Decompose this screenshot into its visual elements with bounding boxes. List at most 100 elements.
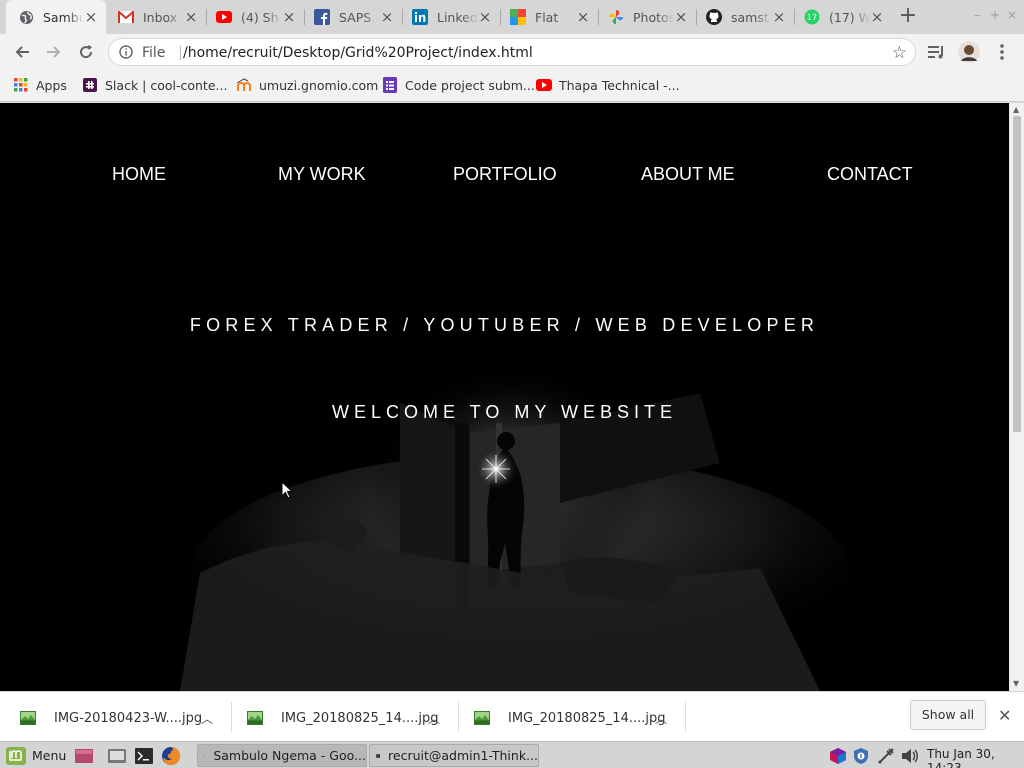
svg-text:17: 17 <box>807 13 817 22</box>
tab-gmail[interactable]: Inbox × <box>106 0 207 34</box>
terminal-icon <box>376 753 381 758</box>
taskbar: Menu Sambulo Ngema - Goo... recruit@admi… <box>0 741 1024 768</box>
globe-icon <box>18 9 34 25</box>
nav-contact-link[interactable]: CONTACT <box>827 164 913 185</box>
cube-app-icon[interactable] <box>829 747 847 765</box>
close-icon[interactable]: ✕ <box>998 706 1011 725</box>
taskbar-window-chrome[interactable]: Sambulo Ngema - Goo... <box>197 744 367 767</box>
tab-youtube[interactable]: (4) Sh × <box>204 0 305 34</box>
close-tab-icon[interactable]: × <box>674 8 688 26</box>
nav-my-work-link[interactable]: MY WORK <box>278 164 366 185</box>
minimize-button[interactable]: – <box>974 8 980 22</box>
system-clock[interactable]: Thu Jan 30, 14:23 <box>927 747 1024 768</box>
maximize-button[interactable]: + <box>990 8 1000 22</box>
shield-icon[interactable] <box>853 747 869 765</box>
chevron-up-icon[interactable]: ︿ <box>428 710 440 727</box>
bookmark-code-project[interactable]: Code project subm... <box>382 76 535 94</box>
tab-whatsapp[interactable]: 17 (17) W × <box>792 0 892 34</box>
tab-title: Inbox <box>143 9 178 25</box>
close-tab-icon[interactable]: × <box>576 8 590 26</box>
download-item[interactable]: IMG_20180825_14....jpg ︿ <box>474 702 674 734</box>
download-filename: IMG_20180825_14....jpg <box>281 710 439 726</box>
form-icon <box>382 77 398 93</box>
tab-github[interactable]: samst × <box>694 0 795 34</box>
info-icon[interactable] <box>119 45 133 63</box>
bookmark-label: Slack | cool-conte... <box>105 77 228 93</box>
profile-avatar[interactable] <box>958 41 980 63</box>
hero-background-image <box>0 103 1009 691</box>
close-tab-icon[interactable]: × <box>478 8 492 26</box>
tab-title: (17) W <box>829 9 870 25</box>
tab-linkedin[interactable]: LinkedIn × <box>400 0 501 34</box>
taskbar-window-title: Sambulo Ngema - Goo... <box>213 748 366 763</box>
file-manager-icon[interactable] <box>108 744 126 767</box>
bookmark-slack[interactable]: Slack | cool-conte... <box>82 76 227 94</box>
flaticon-icon <box>510 9 526 25</box>
google-photos-icon <box>608 9 624 25</box>
page-scrollbar[interactable]: ▲ ▼ <box>1009 103 1024 691</box>
gmail-icon <box>118 9 134 25</box>
volume-icon[interactable] <box>901 748 919 764</box>
taskbar-window-title: recruit@admin1-Think... <box>388 748 538 763</box>
chevron-up-icon[interactable]: ︿ <box>201 710 213 727</box>
bookmark-label: Code project subm... <box>405 77 535 93</box>
download-item[interactable]: IMG-20180423-W....jpg ︿ <box>20 702 220 734</box>
chrome-menu-icon[interactable] <box>991 41 1013 63</box>
nav-home-link[interactable]: HOME <box>112 164 166 185</box>
moodle-icon <box>236 77 252 93</box>
tab-sambulo[interactable]: Sambulo Ngema × <box>6 0 106 34</box>
show-desktop-icon[interactable] <box>75 744 93 767</box>
page-viewport: HOME MY WORK PORTFOLIO ABOUT ME CONTACT … <box>0 103 1009 691</box>
show-all-downloads-button[interactable]: Show all <box>910 700 986 730</box>
close-tab-icon[interactable]: × <box>380 8 394 26</box>
forward-button[interactable] <box>43 41 65 63</box>
bookmark-umuzi[interactable]: umuzi.gnomio.com <box>236 76 378 94</box>
start-menu-button[interactable]: Menu <box>6 744 66 767</box>
chevron-up-icon[interactable]: ︿ <box>655 710 667 727</box>
tab-title: Flat <box>535 9 559 25</box>
network-icon[interactable] <box>877 747 895 765</box>
bookmarks-bar: Apps Slack | cool-conte... umuzi.gnomio.… <box>0 70 1024 102</box>
tab-title: samst <box>731 9 769 25</box>
reload-button[interactable] <box>75 41 97 63</box>
url-text[interactable]: /home/recruit/Desktop/Grid%20Project/ind… <box>183 45 533 61</box>
close-tab-icon[interactable]: × <box>772 8 786 26</box>
back-button[interactable] <box>11 41 33 63</box>
bookmark-thapa-technical[interactable]: Thapa Technical -... <box>536 76 680 94</box>
system-tray <box>829 746 919 766</box>
tab-flaticon[interactable]: Flat × <box>498 0 599 34</box>
tab-title: LinkedIn <box>437 9 478 25</box>
scroll-up-arrow-icon[interactable]: ▲ <box>1013 105 1019 114</box>
nav-portfolio-link[interactable]: PORTFOLIO <box>453 164 557 185</box>
tab-title: Photos <box>633 9 674 25</box>
terminal-icon[interactable] <box>135 744 153 767</box>
media-playlist-icon[interactable] <box>926 41 948 63</box>
close-tab-icon[interactable]: × <box>184 8 198 26</box>
download-filename: IMG-20180423-W....jpg <box>54 710 203 726</box>
bookmark-apps[interactable]: Apps <box>13 76 67 94</box>
close-tab-icon[interactable]: × <box>870 8 884 26</box>
hero-subtitle: FOREX TRADER / YOUTUBER / WEB DEVELOPER <box>189 315 820 335</box>
scroll-down-arrow-icon[interactable]: ▼ <box>1013 679 1019 688</box>
close-window-button[interactable]: × <box>1007 8 1017 22</box>
download-item[interactable]: IMG_20180825_14....jpg ︿ <box>247 702 447 734</box>
tab-title: Sambulo Ngema <box>43 9 84 25</box>
image-file-icon <box>474 711 490 725</box>
bookmark-star-icon[interactable]: ☆ <box>892 43 907 63</box>
bookmark-label: Apps <box>36 77 67 93</box>
close-tab-icon[interactable]: × <box>282 8 296 26</box>
nav-about-me-link[interactable]: ABOUT ME <box>641 164 735 185</box>
tab-google-photos[interactable]: Photos × <box>596 0 697 34</box>
scrollbar-thumb[interactable] <box>1013 116 1021 432</box>
github-icon <box>706 9 722 25</box>
taskbar-window-terminal[interactable]: recruit@admin1-Think... <box>369 744 539 767</box>
mouse-pointer-icon <box>281 481 293 499</box>
address-bar[interactable]: File /home/recruit/Desktop/Grid%20Projec… <box>108 38 916 66</box>
tab-facebook[interactable]: SAPS × <box>302 0 403 34</box>
close-tab-icon[interactable]: × <box>84 8 98 26</box>
image-file-icon <box>247 711 263 725</box>
new-tab-button[interactable]: + <box>898 5 918 27</box>
tab-strip: Sambulo Ngema × Inbox × (4) Sh × SAPS × … <box>0 0 1024 34</box>
firefox-icon[interactable] <box>161 744 181 767</box>
tab-title: SAPS <box>339 9 372 25</box>
